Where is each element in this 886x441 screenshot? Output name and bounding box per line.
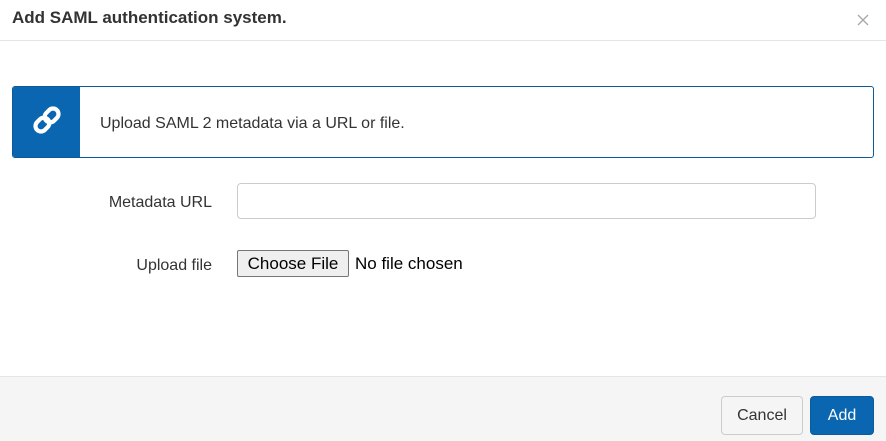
file-status-text: No file chosen xyxy=(355,254,463,273)
close-icon xyxy=(857,14,869,29)
dialog-header: Add SAML authentication system. xyxy=(0,0,886,41)
add-saml-dialog: Add SAML authentication system. Upload S… xyxy=(0,0,886,441)
info-callout: Upload SAML 2 metadata via a URL or file… xyxy=(12,86,874,158)
upload-file-label: Upload file xyxy=(136,257,212,274)
cancel-button[interactable]: Cancel xyxy=(721,396,803,435)
dialog-footer: Cancel Add xyxy=(0,376,886,441)
metadata-url-label: Metadata URL xyxy=(108,194,212,211)
add-button[interactable]: Add xyxy=(810,396,874,435)
info-icon-cell xyxy=(13,87,80,157)
link-icon xyxy=(30,103,64,142)
dialog-title: Add SAML authentication system. xyxy=(12,8,287,27)
close-button[interactable] xyxy=(855,13,871,29)
metadata-url-input[interactable] xyxy=(237,183,816,219)
info-text: Upload SAML 2 metadata via a URL or file… xyxy=(100,115,405,132)
choose-file-button[interactable]: Choose File xyxy=(237,250,349,277)
